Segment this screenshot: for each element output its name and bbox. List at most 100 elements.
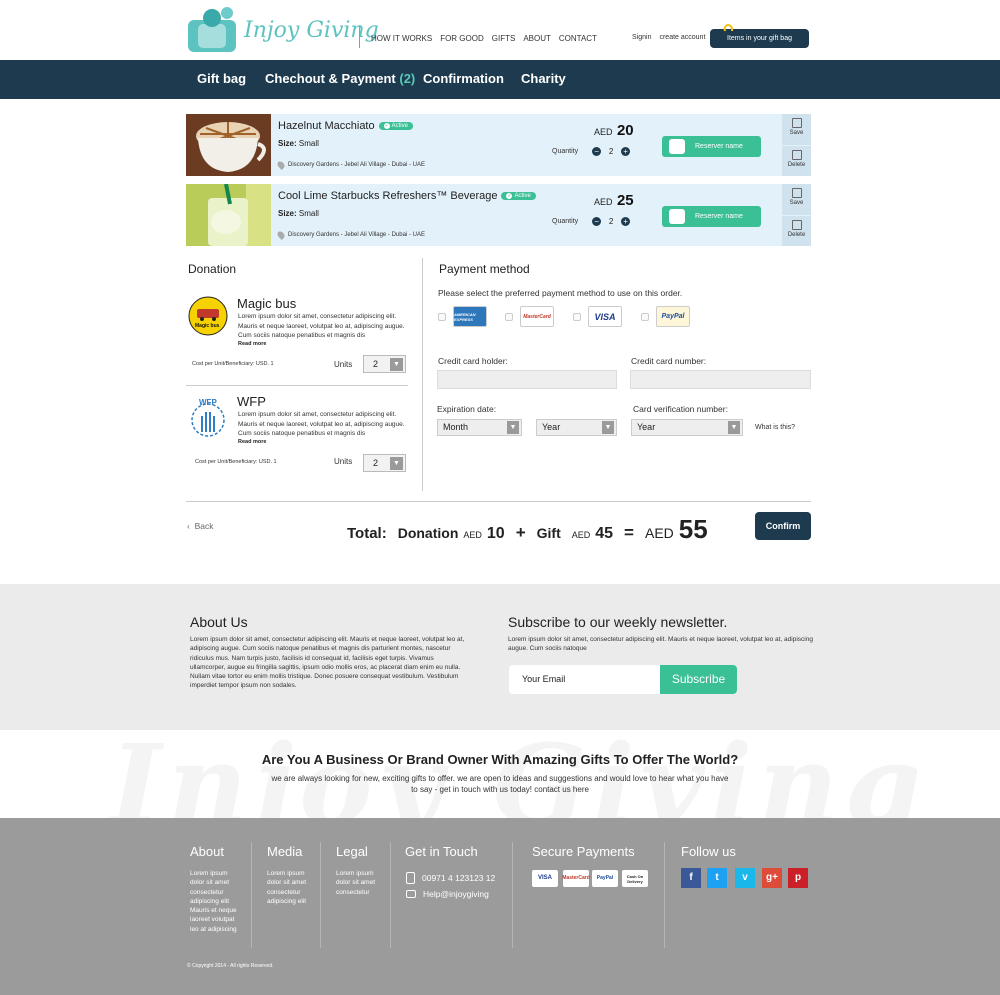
facebook-icon[interactable]: f [681, 868, 701, 888]
confirm-button[interactable]: Confirm [755, 512, 811, 540]
delete-button[interactable]: Delete [782, 145, 811, 176]
location-pin-icon [276, 160, 286, 170]
footer-about-title: About [190, 844, 224, 859]
product-size: Size: Small [278, 139, 319, 148]
step-charity[interactable]: Charity [521, 71, 566, 86]
footer-payments-title: Secure Payments [532, 844, 635, 859]
product-name[interactable]: Hazelnut Macchiato [278, 120, 375, 132]
donation-amount: 10 [486, 525, 505, 542]
payment-radio[interactable] [438, 312, 446, 321]
reserve-label: Reserver name [695, 213, 743, 220]
quantity-value[interactable]: 2 [605, 217, 617, 226]
mail-icon [406, 890, 416, 898]
nav-about[interactable]: ABOUT [523, 34, 551, 43]
payment-option-amex[interactable]: AMERICAN EXPRESS [438, 306, 487, 327]
cost-per-unit: Cost per Unit/Beneficiary: USD. 1 [195, 459, 277, 465]
payment-radio[interactable] [573, 312, 581, 321]
back-link[interactable]: ‹ Back [187, 521, 213, 531]
decrease-button[interactable]: − [592, 217, 602, 226]
account-links: Signin create account [632, 34, 705, 41]
cvv-value: Year [637, 422, 656, 432]
google-plus-icon[interactable]: g+ [762, 868, 782, 888]
reserve-name-button[interactable]: Reserver name [662, 206, 761, 227]
gift-bag-handle-icon [723, 24, 734, 32]
quantity-value[interactable]: 2 [605, 147, 617, 156]
save-button[interactable]: Save [782, 114, 811, 145]
charity-description: Lorem ipsum dolor sit amet, consectetur … [238, 313, 405, 339]
nav-contact[interactable]: CONTACT [559, 34, 597, 43]
save-button[interactable]: Save [782, 184, 811, 215]
about-text: Lorem ipsum dolor sit amet, consectetur … [190, 636, 465, 690]
email-address: Help@injoygiving [423, 889, 489, 899]
units-select[interactable]: 2 ▼ [363, 355, 406, 373]
brand-logo[interactable]: Injoy Giving [186, 6, 379, 54]
increase-button[interactable]: + [621, 217, 631, 226]
month-value: Month [443, 422, 469, 432]
trash-icon [791, 150, 802, 160]
donation-divider [186, 385, 408, 386]
product-location: Discovery Gardens - Jebel Ali Village - … [276, 160, 425, 170]
cvv-select[interactable]: Year ▼ [631, 419, 743, 436]
payment-option-mastercard[interactable]: MasterCard [505, 306, 554, 327]
payment-radio[interactable] [641, 312, 649, 321]
payment-radio[interactable] [505, 312, 513, 321]
size-value: Small [298, 209, 319, 218]
gift-label: Gift [536, 525, 561, 541]
subscribe-button[interactable]: Subscribe [660, 665, 737, 694]
email-input[interactable]: Your Email [522, 674, 565, 684]
card-number-input[interactable] [630, 370, 811, 389]
read-more-link[interactable]: Read more [238, 439, 266, 445]
charity-name: Magic bus [237, 296, 297, 311]
nav-for-good[interactable]: FOR GOOD [440, 34, 484, 43]
product-name[interactable]: Cool Lime Starbucks Refreshers™ Beverage [278, 190, 497, 202]
product-price: AED 25 [594, 192, 634, 210]
newsletter-text: Lorem ipsum dolor sit amet, consectetur … [508, 636, 813, 653]
signin-link[interactable]: Signin [632, 34, 651, 41]
increase-button[interactable]: + [621, 147, 631, 156]
vimeo-icon[interactable]: v [735, 868, 755, 888]
chevron-down-icon: ▼ [390, 457, 403, 470]
create-account-link[interactable]: create account [659, 34, 705, 41]
delete-button[interactable]: Delete [782, 215, 811, 246]
footer-phone[interactable]: 00971 4 123123 12 [406, 872, 495, 884]
amex-icon: AMERICAN EXPRESS [453, 306, 487, 327]
footer-media-text: Lorem ipsum dolor sit amet consectetur a… [267, 870, 307, 905]
what-is-this-link[interactable]: What is this? [755, 424, 795, 431]
newsletter-form: Your Email Subscribe [509, 665, 737, 694]
read-more-link[interactable]: Read more [238, 341, 266, 347]
quantity-stepper: Quantity − 2 + [552, 217, 631, 226]
nav-gifts[interactable]: GIFTS [492, 34, 516, 43]
reserve-name-button[interactable]: Reserver name [662, 136, 761, 157]
footer-email[interactable]: Help@injoygiving [406, 889, 489, 899]
decrease-button[interactable]: − [592, 147, 602, 156]
expiry-year-select[interactable]: Year ▼ [536, 419, 617, 436]
about-title: About Us [190, 614, 248, 630]
reserve-label: Reserver name [695, 143, 743, 150]
card-holder-input[interactable] [437, 370, 617, 389]
product-image [186, 184, 271, 246]
expiry-month-select[interactable]: Month ▼ [437, 419, 522, 436]
cvv-label: Card verification number: [633, 404, 728, 414]
newsletter-title: Subscribe to our weekly newsletter. [508, 614, 728, 630]
gift-amount: 45 [595, 525, 614, 542]
card-number-label: Credit card number: [631, 356, 707, 366]
cash-on-delivery-icon: Cash On Delivery [622, 870, 648, 887]
footer: About Lorem ipsum dolor sit amet consect… [0, 818, 1000, 995]
delete-label: Delete [787, 162, 806, 168]
payment-option-visa[interactable]: VISA [573, 306, 622, 327]
paypal-icon: PayPal [592, 870, 618, 887]
units-select[interactable]: 2 ▼ [363, 454, 406, 472]
item-actions: Save Delete [782, 184, 811, 246]
nav-how-it-works[interactable]: HOW IT WORKS [371, 34, 432, 43]
product-location: Discovery Gardens - Jebel Ali Village - … [276, 230, 425, 240]
step-checkout-payment[interactable]: Chechout & Payment (2) [265, 71, 415, 86]
pinterest-icon[interactable]: p [788, 868, 808, 888]
step-confirmation[interactable]: Confirmation [423, 71, 504, 86]
step-gift-bag[interactable]: Gift bag [197, 71, 246, 86]
save-label: Save [789, 200, 804, 206]
footer-contact-title: Get in Touch [405, 844, 478, 859]
payment-option-paypal[interactable]: PayPal [641, 306, 690, 327]
twitter-icon[interactable]: t [707, 868, 727, 888]
back-label: Back [194, 521, 214, 531]
charity-description: Lorem ipsum dolor sit amet, consectetur … [238, 411, 405, 437]
